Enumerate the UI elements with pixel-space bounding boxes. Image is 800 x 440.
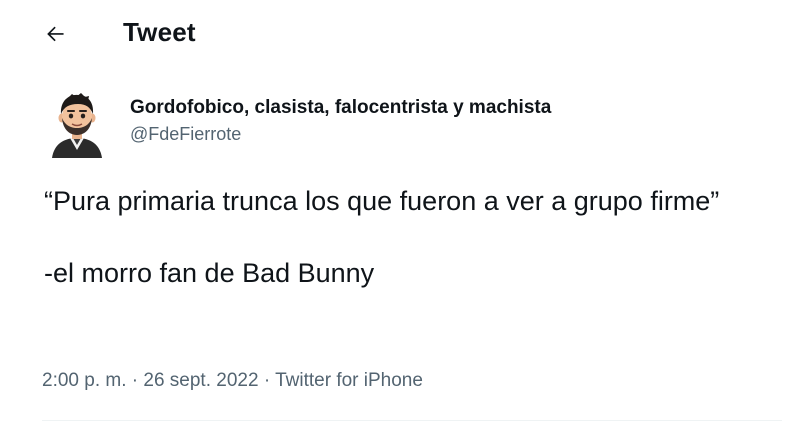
tweet-time[interactable]: 2:00 p. m.	[42, 370, 127, 391]
meta-separator: ·	[258, 370, 276, 391]
tweet-author: Gordofobico, clasista, falocentrista y m…	[48, 92, 768, 160]
meta-separator: ·	[126, 370, 144, 391]
author-handle[interactable]: @FdeFierrote	[130, 122, 241, 146]
avatar[interactable]	[48, 92, 106, 158]
tweet-text: “Pura primaria trunca los que fueron a v…	[44, 186, 720, 288]
author-display-name[interactable]: Gordofobico, clasista, falocentrista y m…	[130, 96, 551, 120]
tweet-source[interactable]: Twitter for iPhone	[275, 370, 423, 391]
header-bar: Tweet	[0, 0, 800, 66]
arrow-left-icon	[47, 26, 64, 42]
divider	[42, 420, 782, 421]
back-button[interactable]	[38, 16, 74, 52]
tweet-date[interactable]: 26 sept. 2022	[143, 370, 258, 391]
tweet-meta: 2:00 p. m. · 26 sept. 2022 · Twitter for…	[42, 368, 423, 394]
tweet-page: Tweet Gordofobico, clasista, falocentris…	[0, 0, 800, 440]
page-title: Tweet	[123, 17, 196, 47]
